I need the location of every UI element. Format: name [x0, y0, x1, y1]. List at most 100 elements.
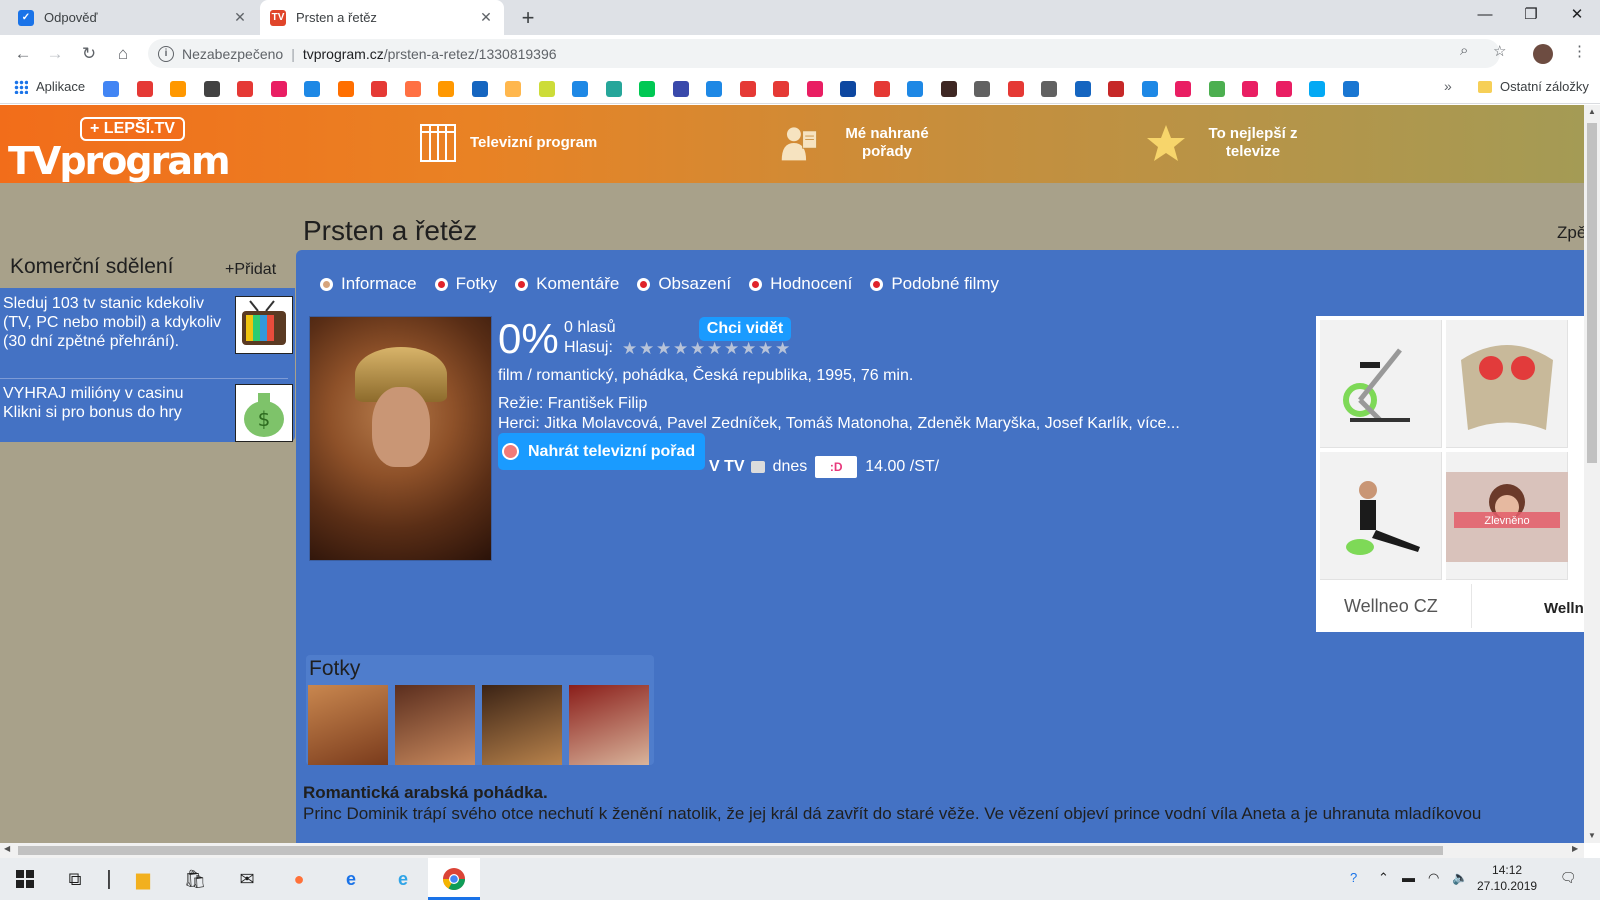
close-icon[interactable]: ✕: [478, 9, 494, 26]
bookmark-favicon-icon[interactable]: [471, 81, 488, 97]
tray-chevron-icon[interactable]: ⌃: [1378, 870, 1389, 886]
bookmark-favicon-icon[interactable]: [170, 81, 186, 97]
bookmark-favicon-icon[interactable]: [337, 81, 354, 97]
wifi-icon[interactable]: ◠: [1428, 870, 1439, 886]
bookmark-favicon-icon[interactable]: [739, 81, 756, 97]
minimize-icon[interactable]: —: [1462, 0, 1508, 32]
scroll-thumb[interactable]: [1587, 123, 1597, 463]
cast-line[interactable]: Herci: Jitka Molavcová, Pavel Zedníček, …: [498, 415, 1180, 433]
bookmark-favicon-icon[interactable]: [806, 81, 823, 97]
vote-star-icon[interactable]: ★: [707, 340, 724, 357]
bookmark-favicon-icon[interactable]: [907, 81, 923, 97]
nav-my-recordings[interactable]: Mé nahrané pořady: [780, 123, 942, 163]
bookmark-favicon-icon[interactable]: [304, 81, 320, 97]
notification-icon[interactable]: 🗨: [1560, 870, 1577, 886]
vertical-scrollbar[interactable]: ▲ ▼: [1584, 105, 1600, 843]
scroll-down-icon[interactable]: ▼: [1584, 831, 1600, 840]
bookmark-favicon-icon[interactable]: [505, 81, 521, 97]
bookmark-favicon-icon[interactable]: [940, 81, 957, 97]
chrome-icon[interactable]: [441, 866, 467, 892]
task-view-icon[interactable]: ⧉: [62, 866, 88, 892]
edge-icon[interactable]: e: [338, 866, 364, 892]
bookmark-favicon-icon[interactable]: [572, 81, 588, 97]
ad-item-casino[interactable]: VYHRAJ milióny v casinu Klikni si pro bo…: [3, 384, 293, 442]
bookmark-favicon-icon[interactable]: [974, 81, 990, 97]
bookmark-favicon-icon[interactable]: [773, 81, 789, 97]
bookmark-favicon-icon[interactable]: [1242, 81, 1258, 97]
record-tv-show-button[interactable]: Nahrát televizní pořad: [498, 433, 705, 470]
tab-fotky[interactable]: Fotky: [434, 274, 497, 294]
back-arrow-icon[interactable]: ←: [10, 41, 36, 67]
nav-best-of-tv[interactable]: To nejlepší z televize: [1146, 123, 1308, 163]
want-to-see-button[interactable]: Chci vidět: [699, 317, 791, 341]
window-close-icon[interactable]: ✕: [1554, 0, 1600, 32]
battery-icon[interactable]: ▬: [1402, 870, 1415, 885]
ad-item-tv[interactable]: Sleduj 103 tv stanic kdekoliv (TV, PC ne…: [3, 294, 293, 374]
vote-star-icon[interactable]: ★: [724, 340, 741, 357]
bookmark-favicon-icon[interactable]: [1141, 81, 1158, 97]
bookmark-star-icon[interactable]: ☆: [1493, 42, 1506, 60]
bookmark-favicon-icon[interactable]: [371, 81, 387, 97]
address-bar[interactable]: i Nezabezpečeno | tvprogram.cz /prsten-a…: [148, 39, 1500, 68]
volume-icon[interactable]: 🔈: [1452, 870, 1468, 886]
vote-stars[interactable]: ★ ★ ★ ★ ★ ★ ★ ★ ★ ★: [622, 340, 792, 357]
help-icon[interactable]: ?: [1350, 870, 1357, 885]
bookmark-favicon-icon[interactable]: [1007, 81, 1024, 97]
bookmark-apps[interactable]: Aplikace: [14, 79, 85, 94]
massage-pillow-image[interactable]: [1446, 320, 1568, 448]
promo-brand[interactable]: Wellneo CZ: [1344, 596, 1438, 617]
bookmark-favicon-icon[interactable]: [1275, 81, 1292, 97]
other-bookmarks[interactable]: Ostatní záložky: [1478, 79, 1589, 94]
bookmark-favicon-icon[interactable]: [605, 81, 622, 97]
vote-star-icon[interactable]: ★: [741, 340, 758, 357]
nav-tv-program[interactable]: Televizní program: [418, 123, 597, 163]
photo-thumbnail[interactable]: [482, 685, 562, 765]
horizontal-scrollbar[interactable]: ◀ ▶: [0, 843, 1584, 858]
scroll-left-icon[interactable]: ◀: [4, 844, 10, 853]
info-icon[interactable]: i: [158, 45, 174, 62]
bookmark-favicon-icon[interactable]: [1309, 81, 1325, 97]
vote-star-icon[interactable]: ★: [775, 340, 792, 357]
tab-komentare[interactable]: Komentáře: [515, 274, 619, 294]
store-icon[interactable]: 🛍: [182, 866, 208, 892]
menu-icon[interactable]: ⋮: [1572, 42, 1587, 60]
bookmark-favicon-icon[interactable]: [103, 81, 119, 97]
profile-avatar[interactable]: [1533, 44, 1553, 64]
new-tab-button[interactable]: +: [515, 5, 541, 31]
back-link[interactable]: Zpě: [1557, 223, 1584, 243]
file-explorer-icon[interactable]: ▆: [130, 866, 156, 892]
photo-thumbnail[interactable]: [308, 685, 388, 765]
firefox-icon[interactable]: ●: [286, 866, 312, 892]
bookmark-favicon-icon[interactable]: [136, 81, 153, 97]
forward-arrow-icon[interactable]: →: [42, 41, 68, 67]
tab-informace[interactable]: Informace: [320, 274, 417, 294]
vote-star-icon[interactable]: ★: [639, 340, 656, 357]
tab-odpoved[interactable]: ✓ Odpověď ✕: [8, 0, 258, 35]
bookmark-favicon-icon[interactable]: [873, 81, 890, 97]
home-icon[interactable]: ⌂: [110, 41, 136, 67]
bookmark-favicon-icon[interactable]: [639, 81, 655, 97]
sale-woman-image[interactable]: Zlevněno: [1446, 452, 1568, 580]
movie-poster[interactable]: [309, 316, 492, 561]
bookmark-favicon-icon[interactable]: [1208, 81, 1225, 97]
bookmark-favicon-icon[interactable]: [1108, 81, 1124, 97]
bookmark-favicon-icon[interactable]: [237, 81, 253, 97]
site-logo[interactable]: + LEPŠÍ.TV TVprogram: [8, 115, 231, 185]
restore-icon[interactable]: ❐: [1508, 0, 1554, 32]
promo-banner[interactable]: Zlevněno Wellneo CZ Welln: [1316, 316, 1584, 632]
internet-explorer-icon[interactable]: e: [390, 866, 416, 892]
bookmark-favicon-icon[interactable]: [270, 81, 287, 97]
exercise-bike-image[interactable]: [1320, 320, 1442, 448]
bookmark-favicon-icon[interactable]: [706, 81, 722, 97]
fitness-woman-image[interactable]: [1320, 452, 1442, 580]
vote-star-icon[interactable]: ★: [758, 340, 775, 357]
bookmark-favicon-icon[interactable]: [672, 81, 689, 97]
photo-thumbnail[interactable]: [569, 685, 649, 765]
scroll-up-icon[interactable]: ▲: [1584, 107, 1600, 116]
vote-star-icon[interactable]: ★: [622, 340, 639, 357]
tab-prsten-a-retez[interactable]: TV Prsten a řetěz ✕: [260, 0, 504, 35]
station-logo[interactable]: :D: [815, 456, 858, 478]
scroll-right-icon[interactable]: ▶: [1572, 844, 1578, 853]
tab-podobne-filmy[interactable]: Podobné filmy: [870, 274, 999, 294]
bookmark-favicon-icon[interactable]: [1074, 81, 1091, 97]
